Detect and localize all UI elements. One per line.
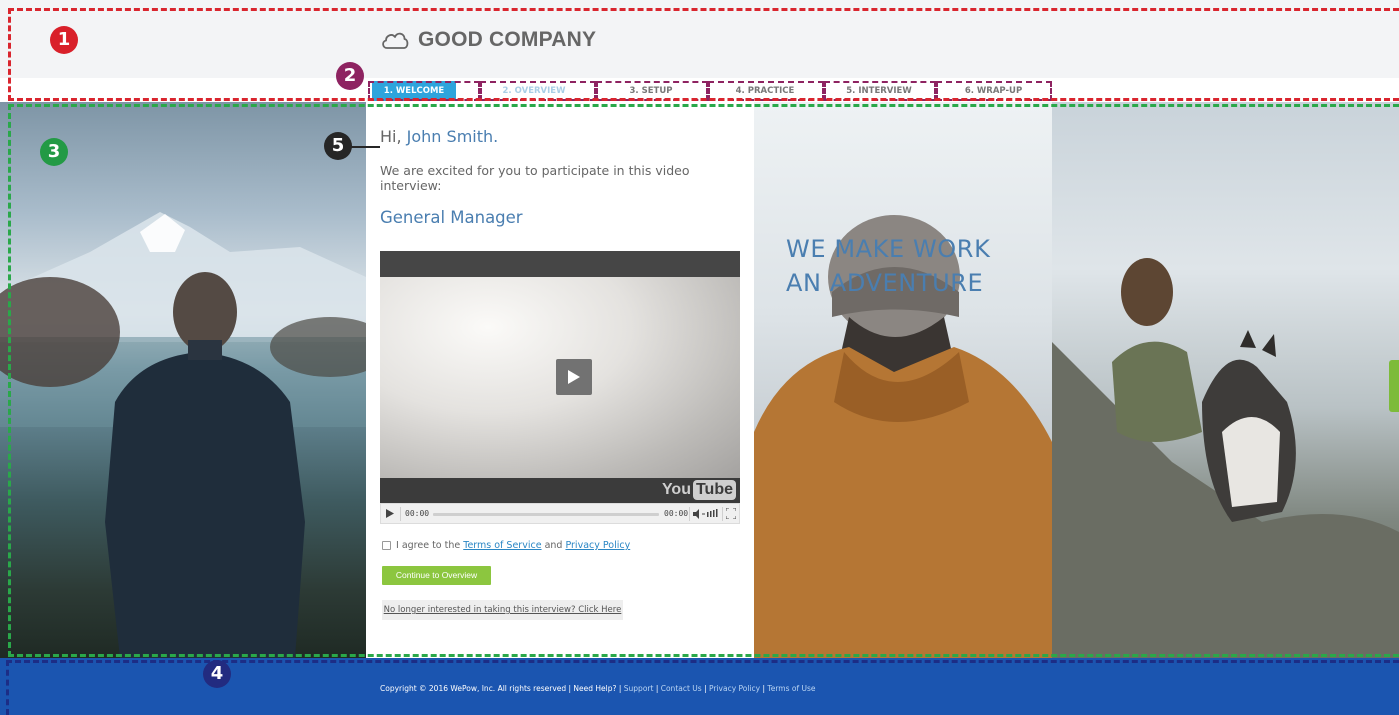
agreement-and: and xyxy=(541,540,566,551)
woman-dog-illustration xyxy=(1052,258,1399,658)
control-divider xyxy=(722,507,723,521)
step-wrap-up[interactable]: 6. WRAP-UP xyxy=(939,81,1048,101)
intro-text: We are excited for you to participate in… xyxy=(380,163,690,193)
callout-marker-1: 1 xyxy=(50,26,78,54)
continue-to-overview-button[interactable]: Continue to Overview xyxy=(382,566,491,585)
footer-separator: | xyxy=(653,684,661,693)
footer-separator: | xyxy=(701,684,709,693)
hero-photo-mountain-lake xyxy=(0,102,366,658)
youtube-logo-tube: Tube xyxy=(692,480,736,500)
main-content: Hi, John Smith. We are excited for you t… xyxy=(0,102,1399,658)
footer-link-terms-of-use[interactable]: Terms of Use xyxy=(767,684,815,693)
copyright-text: Copyright © 2016 WePow, Inc. All rights … xyxy=(380,684,624,693)
fullscreen-icon[interactable] xyxy=(726,508,736,519)
footer-link-privacy-policy[interactable]: Privacy Policy xyxy=(709,684,760,693)
callout-marker-3: 3 xyxy=(40,138,68,166)
youtube-logo[interactable]: You Tube xyxy=(662,480,736,500)
agreement-text: I agree to the Terms of Service and Priv… xyxy=(396,540,630,551)
feedback-side-tab[interactable] xyxy=(1389,360,1399,412)
play-icon xyxy=(568,370,580,384)
play-button[interactable] xyxy=(556,359,592,395)
control-play-icon[interactable] xyxy=(386,509,396,519)
terms-agreement: I agree to the Terms of Service and Priv… xyxy=(382,540,630,551)
greeting-prefix: Hi, xyxy=(380,127,407,146)
footer-text: Copyright © 2016 WePow, Inc. All rights … xyxy=(380,684,816,693)
step-interview[interactable]: 5. INTERVIEW xyxy=(829,81,929,101)
candidate-name: John Smith. xyxy=(406,127,499,146)
tagline-line-2: AN ADVENTURE xyxy=(786,269,984,297)
hero-photo-hooded-traveler xyxy=(754,102,1052,658)
duration: 00:00 xyxy=(664,509,689,518)
agreement-prefix: I agree to the xyxy=(396,540,464,551)
step-overview[interactable]: 2. OVERVIEW xyxy=(484,81,584,101)
control-divider xyxy=(689,507,690,521)
video-player[interactable]: You Tube 00:00 00:00 xyxy=(380,251,740,524)
youtube-logo-you: You xyxy=(661,481,691,498)
step-progress-nav: 1. WELCOME 2. OVERVIEW 3. SETUP 4. PRACT… xyxy=(368,81,1052,101)
cloud-icon xyxy=(382,32,409,49)
control-divider xyxy=(400,507,401,521)
footer-link-support[interactable]: Support xyxy=(624,684,654,693)
hero-photo-woman-with-dog xyxy=(1052,102,1399,658)
video-title-bar xyxy=(380,251,740,277)
decline-interview-link[interactable]: No longer interested in taking this inte… xyxy=(382,600,623,620)
company-logo[interactable]: GOOD COMPANY xyxy=(380,28,596,52)
welcome-card: Hi, John Smith. We are excited for you t… xyxy=(366,102,754,658)
step-practice[interactable]: 4. PRACTICE xyxy=(713,81,817,101)
callout-marker-5: 5 xyxy=(324,132,352,160)
tagline-line-1: WE MAKE WORK xyxy=(786,235,991,263)
step-welcome[interactable]: 1. WELCOME xyxy=(372,81,456,101)
greeting: Hi, John Smith. xyxy=(380,127,498,146)
video-controls: 00:00 00:00 xyxy=(380,503,740,524)
current-time: 00:00 xyxy=(405,509,430,518)
callout-marker-2: 2 xyxy=(336,62,364,90)
header: GOOD COMPANY 1. WELCOME 2. OVERVIEW 3. S… xyxy=(0,0,1399,101)
mountain-scene-illustration xyxy=(0,212,366,658)
footer-link-contact-us[interactable]: Contact Us xyxy=(661,684,702,693)
job-title: General Manager xyxy=(380,208,523,227)
tagline: WE MAKE WORK AN ADVENTURE xyxy=(786,232,990,300)
callout-leader-line xyxy=(350,146,380,148)
traveler-illustration xyxy=(754,215,1052,658)
volume-icon[interactable] xyxy=(693,508,719,520)
company-name: GOOD COMPANY xyxy=(418,28,597,51)
step-setup[interactable]: 3. SETUP xyxy=(601,81,701,101)
privacy-policy-link[interactable]: Privacy Policy xyxy=(565,540,630,551)
callout-marker-4: 4 xyxy=(203,660,231,688)
terms-of-service-link[interactable]: Terms of Service xyxy=(463,540,541,551)
terms-checkbox[interactable] xyxy=(382,541,391,550)
seek-bar[interactable] xyxy=(433,513,659,516)
